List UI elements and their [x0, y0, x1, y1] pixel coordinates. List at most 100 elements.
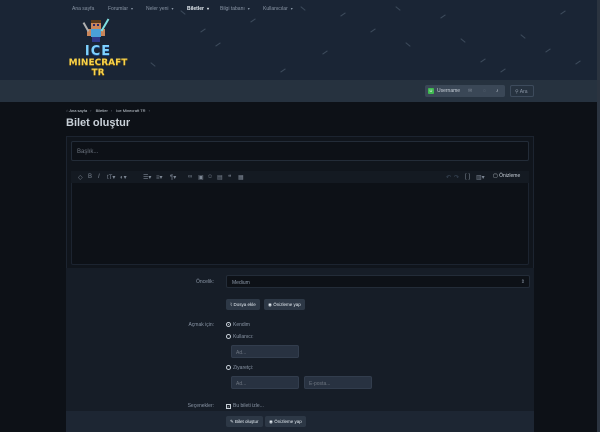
bold-icon[interactable]: B: [88, 174, 92, 180]
header-decoration: [440, 14, 446, 19]
bell-icon[interactable]: ♪: [496, 88, 499, 94]
header-decoration: [405, 42, 411, 47]
guest-name-input[interactable]: Ad...: [231, 376, 299, 389]
eye-icon: ◉: [268, 302, 272, 307]
media-icon[interactable]: ▤: [217, 174, 223, 181]
footer-preview-label: Önizleme yap: [274, 419, 302, 424]
footer-preview-button[interactable]: ◉ Önizleme yap: [265, 416, 306, 427]
image-icon[interactable]: ▣: [198, 174, 204, 181]
document-icon: ▢: [493, 173, 498, 179]
emoji-icon[interactable]: ☺: [207, 174, 213, 180]
user-menu[interactable]: U Username ✉ ◌ ♪: [425, 85, 505, 97]
eraser-icon[interactable]: ◇: [78, 174, 83, 181]
priority-label: Öncelik:: [195, 279, 214, 285]
redo-icon[interactable]: ↷: [454, 174, 459, 181]
nav-item-users[interactable]: Kullanıcılar ▾: [263, 6, 293, 12]
align-icon[interactable]: ≡▾: [156, 174, 163, 181]
guest-email-input[interactable]: E-posta...: [304, 376, 372, 389]
text-size-icon[interactable]: tT▾: [107, 174, 115, 181]
header-decoration: [545, 48, 551, 53]
paperclip-icon: ⌇: [230, 302, 233, 307]
inbox-icon[interactable]: ✉: [468, 88, 472, 94]
alerts-icon[interactable]: ◌: [483, 88, 486, 94]
code-icon[interactable]: [ ]: [465, 174, 470, 180]
paragraph-icon[interactable]: ¶▾: [170, 174, 176, 181]
table-icon[interactable]: ▦: [238, 174, 244, 181]
link-icon[interactable]: ∞: [188, 174, 192, 180]
radio-user-label: Kullanıcı:: [233, 334, 254, 340]
quote-icon[interactable]: ❝: [228, 174, 231, 181]
header-decoration: [200, 28, 206, 33]
search-button[interactable]: ⚲ Ara: [510, 85, 534, 97]
select-arrow-icon: ⇕: [520, 279, 525, 285]
watch-ticket-checkbox[interactable]: ✓ Bu bileti izle...: [226, 403, 264, 409]
user-name: Username: [437, 88, 461, 94]
nav-item-forums[interactable]: Forumlar ▾: [108, 6, 133, 12]
header-decoration: [215, 42, 221, 47]
radio-user-indicator: [226, 334, 231, 339]
editor-preview-label: Önizleme: [499, 173, 521, 179]
radio-user[interactable]: Kullanıcı:: [226, 334, 254, 340]
message-editor[interactable]: [71, 171, 529, 265]
priority-value: Medium: [232, 280, 250, 286]
site-logo[interactable]: ICE MINECRAFT TR: [64, 14, 132, 78]
header-decoration: [150, 62, 156, 67]
submit-ticket-button[interactable]: ✎ Bilet oluştur: [226, 416, 263, 427]
radio-guest-indicator: [226, 365, 231, 370]
chevron-down-icon: ▾: [247, 6, 250, 11]
search-icon: ⚲: [515, 89, 519, 95]
breadcrumb-item-ice[interactable]: Ice Minecraft TR: [116, 108, 145, 113]
chevron-down-icon: ▾: [290, 6, 293, 11]
nav-item-whats-new[interactable]: Neler yeni ▾: [146, 6, 174, 12]
nav-item-home[interactable]: Ana sayfa: [72, 6, 94, 12]
header-decoration: [300, 6, 306, 11]
breadcrumb-item-home[interactable]: Ana sayfa: [69, 108, 87, 113]
header-decoration: [322, 50, 328, 55]
search-label: Ara: [519, 89, 528, 95]
priority-select[interactable]: Medium ⇕: [226, 275, 530, 288]
user-name-input[interactable]: Ad...: [231, 345, 299, 358]
radio-self[interactable]: Kendim: [226, 322, 250, 328]
header-decoration: [575, 60, 581, 65]
color-icon[interactable]: ◐▾: [120, 174, 127, 181]
header-decoration: [395, 6, 401, 11]
chevron-down-icon: ▾: [171, 6, 174, 11]
editor-preview-button[interactable]: ▢ Önizleme: [493, 173, 520, 179]
header-decoration: [340, 12, 346, 17]
breadcrumb: ⌂ Ana sayfa › Biletler › Ice Minecraft TR ›: [66, 108, 150, 113]
italic-icon[interactable]: I: [98, 174, 100, 180]
watch-ticket-label: Bu bileti izle...: [233, 403, 264, 409]
eye-icon: ◉: [269, 419, 273, 424]
check-icon: ✓: [226, 404, 231, 409]
header-decoration: [500, 68, 506, 73]
preview-button[interactable]: ◉ Önizleme yap: [264, 299, 305, 310]
attach-files-label: Dosya ekle: [233, 302, 256, 307]
title-input[interactable]: Başlık...: [71, 141, 529, 161]
pencil-icon: ✎: [230, 419, 234, 424]
chevron-down-icon: ▾: [206, 6, 209, 11]
breadcrumb-item-tickets[interactable]: Biletler: [96, 108, 108, 113]
header-decoration: [370, 28, 376, 33]
header-decoration: [520, 34, 526, 39]
open-for-label: Açmak için:: [188, 322, 214, 328]
list-icon[interactable]: ☰▾: [143, 174, 151, 181]
user-avatar: U: [428, 88, 434, 94]
page-title: Bilet oluştur: [66, 117, 131, 129]
undo-icon[interactable]: ↶: [446, 174, 451, 181]
options-label: Seçenekler:: [187, 403, 214, 409]
header-decoration: [250, 18, 256, 23]
submit-ticket-label: Bilet oluştur: [235, 419, 259, 424]
radio-guest[interactable]: Ziyaretçi:: [226, 365, 253, 371]
header-decoration: [480, 58, 486, 63]
attach-files-button[interactable]: ⌇ Dosya ekle: [226, 299, 260, 310]
nav-item-knowledge-base[interactable]: Bilgi tabanı ▾: [220, 6, 250, 12]
radio-guest-label: Ziyaretçi:: [233, 365, 254, 371]
radio-self-label: Kendim: [233, 322, 250, 328]
more-options-icon[interactable]: ▥▾: [476, 174, 485, 181]
header-decoration: [560, 10, 566, 15]
nav-item-tickets[interactable]: Biletler ▾: [187, 6, 209, 12]
chevron-down-icon: ▾: [131, 6, 134, 11]
logo-text-minecraft: MINECRAFT TR: [68, 58, 128, 78]
radio-self-indicator: [226, 322, 231, 327]
logo-text-ice: ICE: [84, 44, 112, 59]
